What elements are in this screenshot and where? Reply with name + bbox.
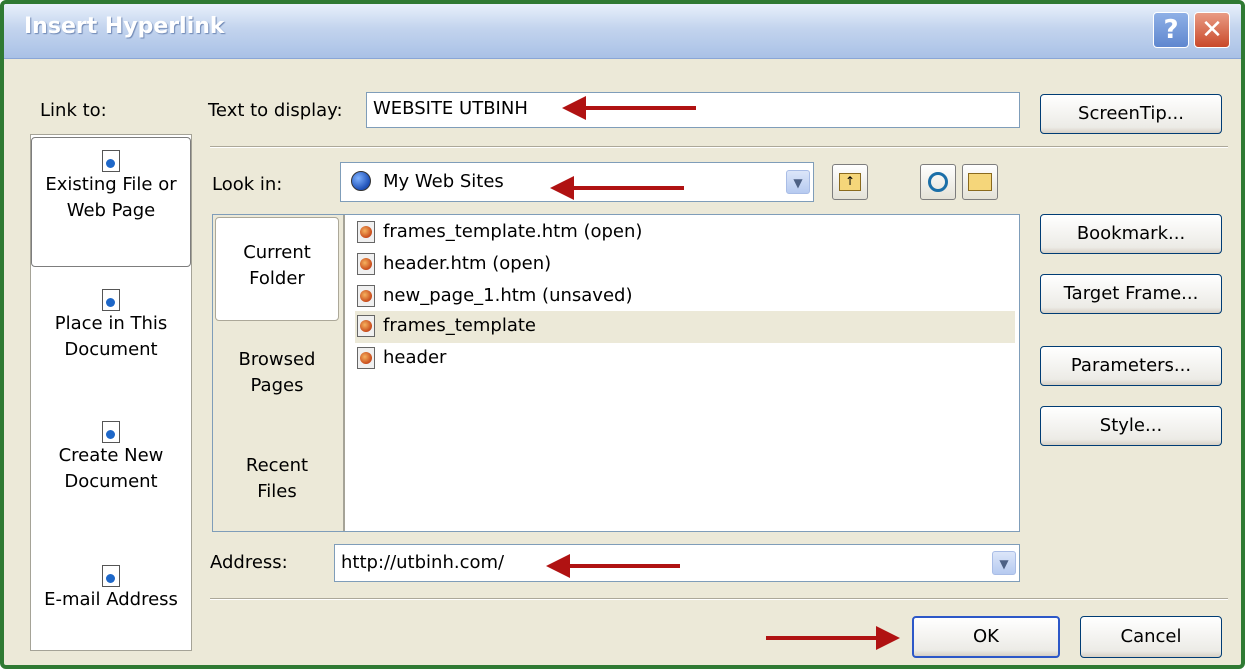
html-file-icon bbox=[357, 221, 375, 243]
html-file-icon bbox=[357, 253, 375, 275]
insert-hyperlink-dialog: Insert Hyperlink ? ✕ Link to: Existing F… bbox=[0, 0, 1245, 669]
tab-recent-line2: Files bbox=[257, 481, 297, 502]
file-row-selected[interactable]: frames_template bbox=[355, 311, 1015, 343]
up-folder-icon: ↑ bbox=[839, 173, 861, 191]
link-to-place-line2: Document bbox=[64, 339, 158, 360]
arrow-annotation-address bbox=[546, 554, 680, 578]
link-to-existing-file[interactable]: Existing File or Web Page bbox=[31, 137, 191, 267]
target-frame-button[interactable]: Target Frame... bbox=[1040, 274, 1222, 314]
tab-recent-files[interactable]: Recent Files bbox=[213, 453, 341, 513]
browse-web-icon bbox=[928, 172, 948, 192]
link-to-create-line1: Create New bbox=[58, 445, 164, 466]
open-folder-icon bbox=[968, 173, 992, 191]
file-row[interactable]: header bbox=[355, 343, 1015, 375]
text-to-display-input[interactable]: WEBSITE UTBINH bbox=[366, 92, 1020, 128]
file-name: frames_template bbox=[383, 315, 537, 336]
link-to-create-line2: Document bbox=[64, 471, 158, 492]
link-to-email-line1: E-mail Address bbox=[44, 589, 178, 610]
help-button[interactable]: ? bbox=[1153, 12, 1189, 48]
bookmark-button[interactable]: Bookmark... bbox=[1040, 214, 1222, 254]
dialog-title: Insert Hyperlink bbox=[24, 14, 225, 39]
cancel-button[interactable]: Cancel bbox=[1080, 616, 1222, 658]
text-to-display-label: Text to display: bbox=[208, 100, 343, 121]
separator-top bbox=[210, 146, 1228, 148]
look-in-value: My Web Sites bbox=[383, 171, 504, 192]
tab-current-folder[interactable]: Current Folder bbox=[215, 217, 339, 321]
file-name: header.htm (open) bbox=[383, 253, 552, 274]
link-to-email-address[interactable]: E-mail Address bbox=[31, 557, 191, 645]
web-page-icon bbox=[102, 150, 120, 172]
look-in-dropdown-icon[interactable]: ▼ bbox=[786, 170, 810, 194]
file-row[interactable]: frames_template.htm (open) bbox=[355, 217, 1015, 249]
address-label: Address: bbox=[210, 552, 288, 573]
up-folder-button[interactable]: ↑ bbox=[832, 164, 868, 200]
file-row[interactable]: header.htm (open) bbox=[355, 249, 1015, 281]
style-button[interactable]: Style... bbox=[1040, 406, 1222, 446]
place-in-document-icon bbox=[102, 289, 120, 311]
parameters-button[interactable]: Parameters... bbox=[1040, 346, 1222, 386]
browse-web-button[interactable] bbox=[920, 164, 956, 200]
link-to-existing-file-line2: Web Page bbox=[66, 200, 156, 221]
link-to-existing-file-line1: Existing File or bbox=[45, 174, 177, 195]
tab-current-line1: Current bbox=[243, 242, 311, 263]
link-to-create-new-document[interactable]: Create New Document bbox=[31, 413, 191, 521]
browse-file-button[interactable] bbox=[962, 164, 998, 200]
link-to-place-line1: Place in This bbox=[54, 313, 168, 334]
file-name: header bbox=[383, 347, 447, 368]
tab-browsed-line1: Browsed bbox=[238, 349, 316, 370]
html-file-icon bbox=[357, 347, 375, 369]
email-icon bbox=[102, 565, 120, 587]
arrow-annotation-text bbox=[562, 96, 696, 120]
tab-browsed-pages[interactable]: Browsed Pages bbox=[213, 347, 341, 407]
arrow-annotation-ok bbox=[766, 626, 900, 650]
browser-tabs: Current Folder Browsed Pages Recent File… bbox=[213, 215, 345, 531]
separator-bottom bbox=[210, 598, 1228, 600]
screentip-button[interactable]: ScreenTip... bbox=[1040, 94, 1222, 134]
file-row[interactable]: new_page_1.htm (unsaved) bbox=[355, 281, 1015, 313]
link-to-label: Link to: bbox=[40, 100, 107, 121]
new-document-icon bbox=[102, 421, 120, 443]
html-file-icon bbox=[357, 315, 375, 337]
tab-recent-line1: Recent bbox=[245, 455, 309, 476]
address-value: http://utbinh.com/ bbox=[341, 552, 505, 573]
html-file-icon bbox=[357, 285, 375, 307]
address-dropdown-icon[interactable]: ▼ bbox=[992, 551, 1016, 575]
look-in-label: Look in: bbox=[212, 174, 283, 195]
arrow-annotation-lookin bbox=[550, 176, 684, 200]
file-name: new_page_1.htm (unsaved) bbox=[383, 285, 633, 306]
tab-current-line2: Folder bbox=[249, 268, 305, 289]
link-to-place-in-document[interactable]: Place in This Document bbox=[31, 281, 191, 389]
link-to-sidebar: Existing File or Web Page Place in This … bbox=[30, 134, 192, 651]
title-bar: Insert Hyperlink ? ✕ bbox=[4, 4, 1241, 59]
look-in-select[interactable]: My Web Sites ▼ bbox=[340, 162, 814, 202]
address-input[interactable]: http://utbinh.com/ ▼ bbox=[334, 544, 1020, 582]
ok-button[interactable]: OK bbox=[912, 616, 1060, 658]
close-button[interactable]: ✕ bbox=[1194, 12, 1230, 48]
file-name: frames_template.htm (open) bbox=[383, 221, 643, 242]
file-browser: Current Folder Browsed Pages Recent File… bbox=[212, 214, 1020, 532]
tab-browsed-line2: Pages bbox=[250, 375, 304, 396]
globe-icon bbox=[351, 171, 371, 191]
